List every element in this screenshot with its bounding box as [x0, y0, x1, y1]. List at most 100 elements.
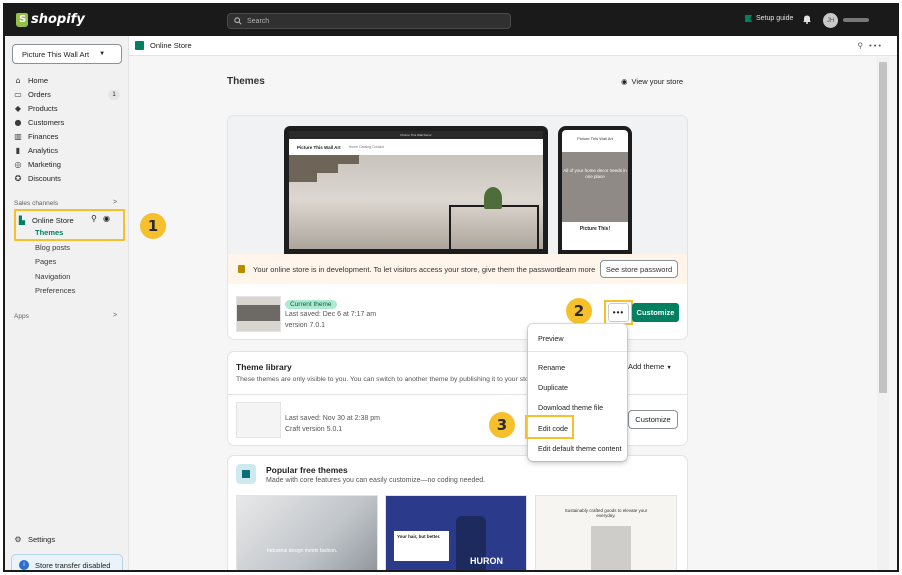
top-bar: shopify Search Setup guide JH	[5, 5, 897, 36]
sidebar-subitem-navigation[interactable]: Navigation	[35, 272, 70, 284]
popular-theme-thumbnail[interactable]: Sustainably crafted goods to elevate you…	[535, 495, 677, 570]
search-input[interactable]: Search	[227, 13, 511, 29]
add-theme-label: Add theme	[628, 362, 665, 371]
library-customize-button[interactable]: Customize	[628, 410, 678, 429]
avatar[interactable]: JH	[823, 13, 838, 28]
highlight-box-edit-code	[525, 415, 574, 439]
sidebar-item-label: Orders	[28, 89, 51, 99]
last-saved-text: Last saved: Dec 6 at 7:17 am	[285, 311, 377, 318]
desktop-brand: Picture This Wall Art	[297, 144, 341, 150]
setup-guide-button[interactable]: Setup guide	[745, 15, 793, 22]
lock-icon	[238, 265, 245, 273]
setup-guide-label: Setup guide	[756, 15, 794, 22]
sidebar-item-settings[interactable]: ⚙ Settings	[14, 533, 55, 545]
menu-item-preview[interactable]: Preview	[538, 334, 564, 343]
themes-icon	[236, 464, 256, 484]
menu-item-rename[interactable]: Rename	[538, 363, 565, 372]
user-name-redacted[interactable]	[843, 18, 869, 22]
breadcrumb-label[interactable]: Online Store	[150, 41, 192, 50]
sidebar-item-orders[interactable]: ▭ Orders	[14, 88, 51, 100]
sidebar-item-customers[interactable]: ● Customers	[14, 116, 65, 128]
theme-library-title: Theme library	[236, 362, 292, 372]
desktop-announcement: Picture This Wall Decor	[289, 131, 543, 139]
divider	[528, 351, 627, 352]
apps-label[interactable]: Apps	[14, 313, 29, 320]
store-name: Picture This Wall Art	[22, 49, 90, 59]
theme-library-desc: These themes are only visible to you. Yo…	[236, 376, 529, 383]
theme-actions-menu: Preview Rename Duplicate Download theme …	[528, 324, 627, 461]
pin-more-actions-icon[interactable]: ⚲ •••	[858, 41, 883, 50]
gear-icon: ⚙	[14, 534, 22, 544]
chevron-right-icon[interactable]: >	[113, 199, 117, 206]
library-theme-version: Craft version 5.0.1	[285, 426, 343, 433]
store-transfer-label: Store transfer disabled	[35, 560, 111, 570]
breadcrumb: Online Store ⚲ •••	[129, 36, 897, 56]
sidebar-item-products[interactable]: ◆ Products	[14, 102, 58, 114]
sidebar-item-home[interactable]: ⌂ Home	[14, 74, 48, 86]
view-store-link[interactable]: ◉ View your store	[621, 77, 683, 86]
thumbnail-caption: Your hair, but better.	[394, 531, 449, 561]
phone-screen: Picture This Wall Art All of your home d…	[562, 130, 628, 250]
sidebar-item-online-store[interactable]: ▙ Online Store	[18, 214, 74, 226]
pin-icon[interactable]: ⚲	[91, 214, 97, 223]
sidebar-item-discounts[interactable]: ✪ Discounts	[14, 172, 61, 184]
sidebar-item-label: Finances	[28, 131, 59, 141]
sidebar-item-finances[interactable]: ▥ Finances	[14, 130, 58, 142]
thumbnail-caption: Industrial design meets fashion.	[267, 548, 338, 554]
menu-item-duplicate[interactable]: Duplicate	[538, 383, 568, 392]
shopify-logo[interactable]: shopify	[16, 12, 85, 27]
sidebar-item-label: Settings	[28, 534, 56, 544]
thumbnail-band	[237, 305, 280, 321]
popular-themes-title: Popular free themes	[266, 465, 348, 475]
chevron-down-icon: ▼	[99, 51, 106, 57]
store-selector[interactable]: Picture This Wall Art ▼	[12, 44, 122, 64]
popular-theme-thumbnail[interactable]: Your hair, but better. HURON	[385, 495, 527, 570]
menu-item-edit-default-theme-content[interactable]: Edit default theme content	[538, 444, 622, 453]
sidebar-item-label: Customers	[28, 117, 65, 127]
desktop-preview: Picture This Wall Decor Picture This Wal…	[284, 126, 548, 254]
see-store-password-button[interactable]: See store password	[600, 260, 678, 278]
online-store-icon	[135, 41, 144, 50]
popular-theme-thumbnail[interactable]: Industrial design meets fashion.	[236, 495, 378, 570]
sidebar-item-marketing[interactable]: ◎ Marketing	[14, 158, 61, 170]
sidebar-item-label: Products	[28, 103, 58, 113]
chevron-right-icon[interactable]: >	[113, 312, 117, 319]
page-title: Themes	[227, 76, 265, 87]
menu-item-download-theme-file[interactable]: Download theme file	[538, 403, 603, 412]
sales-channels-label[interactable]: Sales channels	[14, 200, 58, 207]
customize-button[interactable]: Customize	[632, 303, 679, 322]
finances-icon: ▥	[14, 131, 22, 141]
bell-icon[interactable]	[802, 14, 812, 24]
sidebar-subitem-themes[interactable]: Themes	[35, 228, 63, 240]
more-actions-button[interactable]: •••	[608, 303, 629, 322]
store-transfer-banner[interactable]: i Store transfer disabled	[11, 554, 123, 570]
current-theme-badge: Current theme	[285, 300, 337, 309]
eye-icon[interactable]: ◉	[103, 214, 110, 223]
add-theme-button[interactable]: Add theme ▼	[628, 362, 672, 371]
step-marker-2: 2	[566, 298, 592, 324]
dev-notice-text: Your online store is in development. To …	[253, 264, 564, 274]
flag-icon	[745, 15, 752, 22]
sidebar-subitem-preferences[interactable]: Preferences	[35, 286, 75, 298]
learn-more-link[interactable]: Learn more	[557, 265, 595, 274]
desktop-links: Home Catalog Contact	[348, 145, 385, 149]
mobile-preview: Picture This Wall Art All of your home d…	[558, 126, 632, 254]
library-theme-thumbnail	[236, 402, 281, 438]
plant-image	[484, 187, 502, 209]
view-store-label: View your store	[631, 77, 684, 86]
scrollbar-thumb[interactable]	[879, 62, 887, 393]
marketing-icon: ◎	[14, 159, 22, 169]
sidebar-item-label: Home	[28, 75, 49, 85]
chevron-down-icon: ▼	[666, 365, 672, 371]
sidebar-subitem-blog-posts[interactable]: Blog posts	[35, 243, 70, 255]
browser-frame: shopify Search Setup guide JH Picture Th…	[3, 3, 899, 572]
logo-text: shopify	[31, 12, 85, 27]
search-placeholder: Search	[247, 17, 270, 25]
sidebar-item-analytics[interactable]: ▮ Analytics	[14, 144, 58, 156]
desktop-screen: Picture This Wall Decor Picture This Wal…	[289, 131, 543, 249]
desktop-nav: Picture This Wall Art Home Catalog Conta…	[289, 139, 543, 155]
library-last-saved: Last saved: Nov 30 at 2:38 pm	[285, 415, 380, 422]
sidebar-subitem-pages[interactable]: Pages	[35, 257, 56, 269]
info-icon: i	[19, 560, 29, 570]
phone-brand: Picture This Wall Art	[577, 136, 613, 141]
